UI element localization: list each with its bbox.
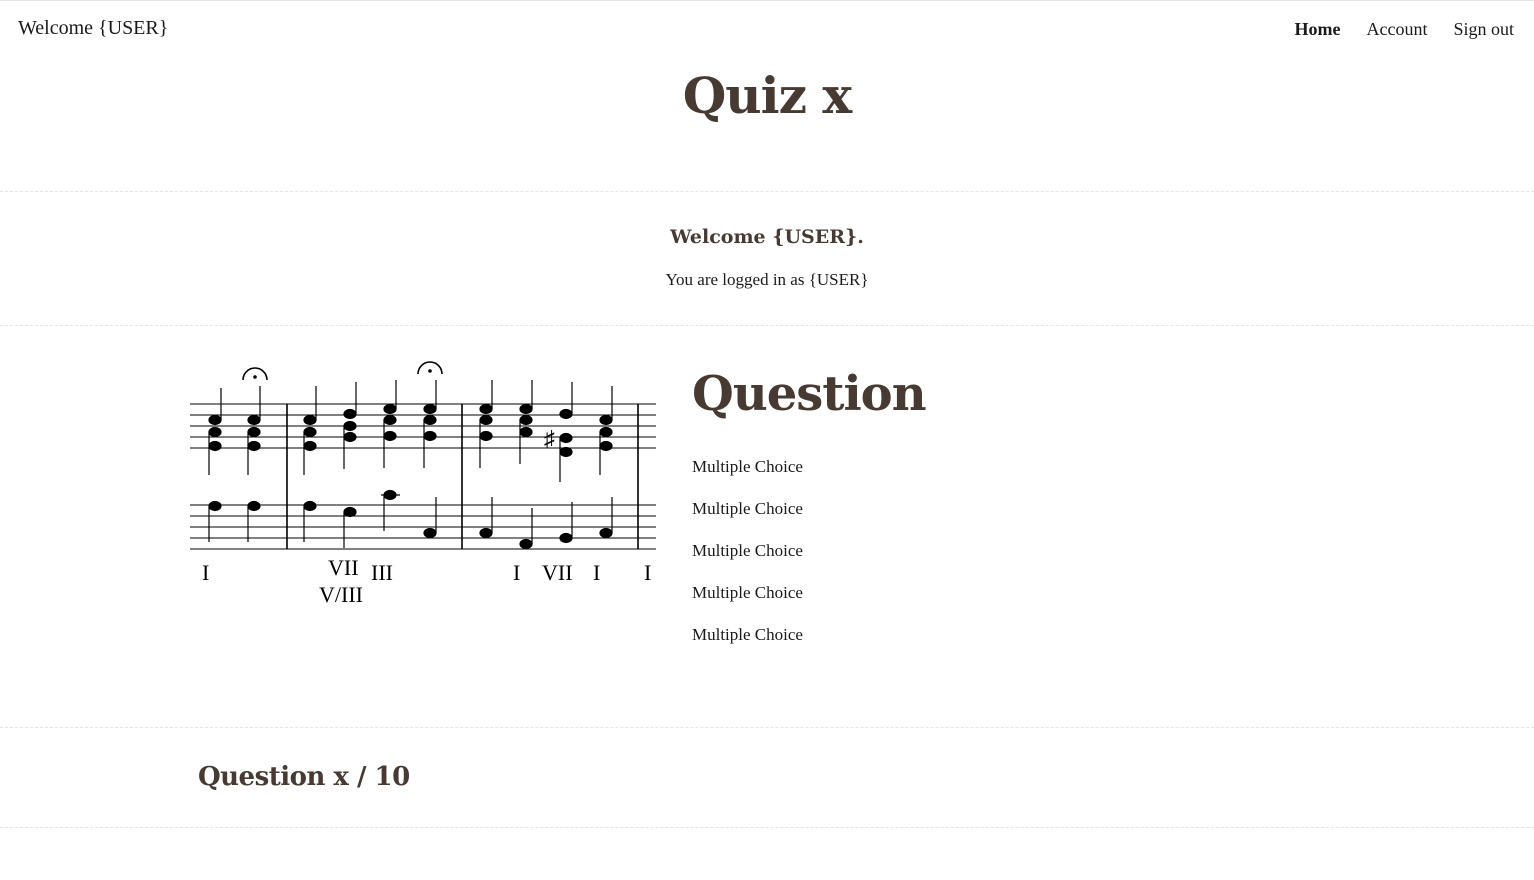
section-divider [0, 325, 1534, 326]
roman-numerals: I VII III I VII I I V/III [202, 555, 651, 607]
choices-list: Multiple Choice Multiple Choice Multiple… [692, 456, 803, 666]
choice-option[interactable]: Multiple Choice [692, 582, 803, 624]
sharp-sign: ♯ [544, 426, 555, 451]
nav-account-link[interactable]: Account [1367, 19, 1428, 40]
welcome-heading: Welcome {USER}. [670, 226, 864, 248]
choice-option[interactable]: Multiple Choice [692, 624, 803, 666]
page-title: Quiz x [682, 66, 853, 125]
roman-numeral: VII [328, 555, 359, 580]
roman-numeral: III [371, 560, 393, 585]
section-divider [0, 827, 1534, 828]
nav-sign-out-link[interactable]: Sign out [1453, 19, 1514, 40]
roman-numeral: I [593, 560, 600, 585]
logged-in-text: You are logged in as {USER} [665, 270, 869, 289]
choice-option[interactable]: Multiple Choice [692, 498, 803, 540]
fermata-signs [242, 361, 443, 381]
choice-option[interactable]: Multiple Choice [692, 456, 803, 498]
brand-welcome[interactable]: Welcome {USER} [18, 17, 168, 40]
section-divider [0, 191, 1534, 192]
roman-numeral: VII [542, 560, 573, 585]
bass-notes [208, 489, 613, 550]
main-nav: Home Account Sign out [1295, 19, 1514, 40]
roman-numeral: I [513, 560, 520, 585]
nav-home-link[interactable]: Home [1295, 19, 1341, 40]
section-divider [0, 727, 1534, 728]
roman-numeral-secondary: V/III [319, 582, 363, 607]
question-progress: Question x / 10 [198, 762, 410, 792]
top-navbar: Welcome {USER} Home Account Sign out [0, 0, 1534, 59]
bass-staff [190, 504, 656, 550]
roman-numeral: I [644, 560, 651, 585]
music-score-image: ♯ I VII III I VII I I V/III [190, 361, 656, 607]
choice-option[interactable]: Multiple Choice [692, 540, 803, 582]
question-title: Question [692, 366, 927, 422]
roman-numeral: I [202, 560, 209, 585]
